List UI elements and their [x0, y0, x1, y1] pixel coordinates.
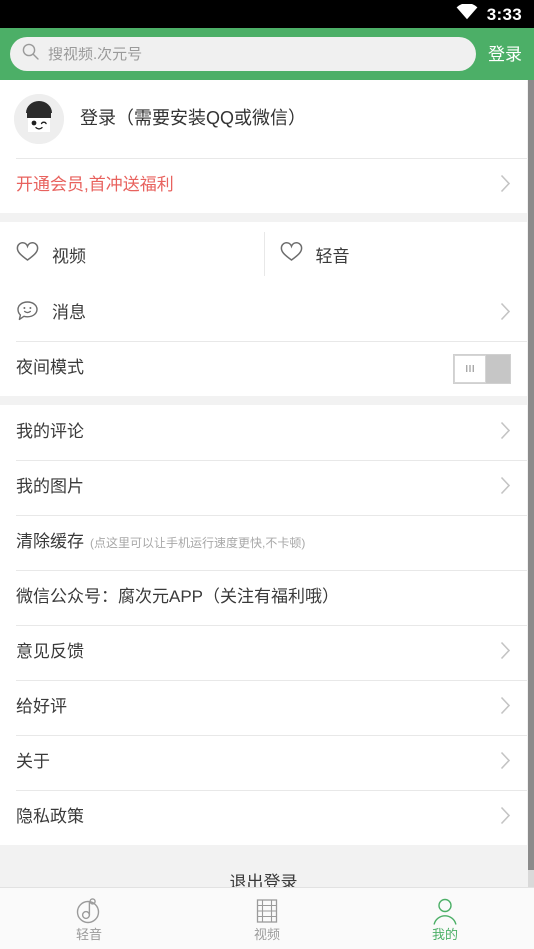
favorite-music-cell[interactable]: 轻音	[263, 222, 528, 286]
scrollbar-track[interactable]	[528, 80, 534, 887]
chevron-right-icon	[500, 476, 511, 500]
favorites-row: 视频 轻音	[0, 222, 527, 286]
chevron-right-icon	[500, 174, 511, 198]
favorite-videos-label: 视频	[52, 246, 86, 266]
settings-list-card: 我的评论 我的图片 清除缓存 (点这里可以让手机运行速度更快,不卡顿) 微信公众…	[0, 405, 527, 845]
search-placeholder: 搜视频.次元号	[48, 46, 143, 62]
section-gap	[0, 213, 527, 222]
search-header: 搜视频.次元号 登录	[0, 28, 534, 80]
login-row-label: 登录（需要安装QQ或微信）	[80, 108, 307, 129]
header-login-button[interactable]: 登录	[486, 42, 526, 67]
tab-music[interactable]: 轻音	[0, 888, 178, 949]
grip-lines-icon	[465, 365, 474, 372]
music-note-circle-icon	[75, 897, 103, 925]
status-bar: 3:33	[0, 0, 534, 28]
chevron-right-icon	[500, 302, 511, 326]
settings-row-my-pictures[interactable]: 我的图片	[0, 460, 527, 515]
settings-row-my-comments[interactable]: 我的评论	[0, 405, 527, 460]
tab-profile[interactable]: 我的	[356, 888, 534, 949]
status-bar-clock: 3:33	[486, 4, 522, 24]
favorite-music-label: 轻音	[315, 246, 350, 266]
settings-row-privacy-policy[interactable]: 隐私政策	[0, 790, 527, 845]
vip-row-label: 开通会员,首冲送福利	[16, 175, 174, 195]
app-root: 3:33 搜视频.次元号 登录 登录（需要安装QQ或微信） 开通会员,首冲送福利…	[0, 0, 534, 949]
tab-music-label: 轻音	[75, 926, 102, 942]
night-mode-label: 夜间模式	[16, 358, 84, 378]
night-mode-toggle-thumb	[454, 354, 486, 383]
chevron-right-icon	[500, 641, 511, 665]
settings-row-label: 隐私政策	[16, 807, 84, 827]
film-strip-icon	[255, 897, 279, 925]
search-icon	[22, 43, 39, 65]
message-row-label: 消息	[52, 303, 86, 323]
settings-scroll-area[interactable]: 登录（需要安装QQ或微信） 开通会员,首冲送福利 视频 轻音 消息 夜间模式 我…	[0, 80, 534, 887]
heart-icon	[16, 241, 39, 267]
section-gap	[0, 845, 527, 854]
section-gap	[0, 396, 527, 405]
chevron-right-icon	[500, 696, 511, 720]
settings-row-label: 我的评论	[16, 422, 84, 442]
night-mode-row[interactable]: 夜间模式	[0, 341, 527, 396]
preferences-card: 视频 轻音 消息 夜间模式	[0, 222, 527, 396]
settings-row-rate-app[interactable]: 给好评	[0, 680, 527, 735]
account-card: 登录（需要安装QQ或微信） 开通会员,首冲送福利	[0, 80, 527, 213]
favorite-videos-cell[interactable]: 视频	[0, 222, 264, 286]
settings-row-feedback[interactable]: 意见反馈	[0, 625, 527, 680]
tab-video-label: 视频	[253, 926, 280, 942]
message-row[interactable]: 消息	[0, 286, 527, 341]
settings-row-label: 关于	[16, 752, 50, 772]
chevron-right-icon	[500, 806, 511, 830]
settings-row-label: 微信公众号：腐次元APP（关注有福利哦）	[16, 587, 340, 607]
settings-row-label: 我的图片	[16, 477, 84, 497]
avatar-face-icon	[14, 94, 64, 144]
heart-icon	[280, 241, 303, 267]
settings-row-about[interactable]: 关于	[0, 735, 527, 790]
settings-row-label: 给好评	[16, 697, 67, 717]
wifi-icon	[456, 2, 478, 25]
logout-button[interactable]: 退出登录	[0, 854, 527, 887]
tab-video[interactable]: 视频	[178, 888, 356, 949]
person-icon	[431, 897, 459, 925]
scrollbar-thumb[interactable]	[528, 80, 534, 870]
vip-row[interactable]: 开通会员,首冲送福利	[0, 158, 527, 213]
night-mode-toggle[interactable]	[453, 353, 511, 384]
chevron-right-icon	[500, 751, 511, 775]
settings-content: 登录（需要安装QQ或微信） 开通会员,首冲送福利 视频 轻音 消息 夜间模式 我…	[0, 80, 534, 887]
message-smiley-icon	[16, 300, 39, 327]
settings-row-sublabel: (点这里可以让手机运行速度更快,不卡顿)	[90, 536, 306, 550]
settings-row-clear-cache[interactable]: 清除缓存 (点这里可以让手机运行速度更快,不卡顿)	[0, 515, 527, 570]
settings-row-label: 意见反馈	[16, 642, 84, 662]
bottom-tab-bar: 轻音 视频 我的	[0, 887, 534, 949]
login-row[interactable]: 登录（需要安装QQ或微信）	[0, 80, 527, 158]
settings-row-label: 清除缓存	[16, 532, 84, 552]
tab-profile-label: 我的	[431, 926, 458, 942]
search-input[interactable]: 搜视频.次元号	[10, 37, 476, 71]
settings-row-wechat-account[interactable]: 微信公众号：腐次元APP（关注有福利哦）	[0, 570, 527, 625]
chevron-right-icon	[500, 421, 511, 445]
